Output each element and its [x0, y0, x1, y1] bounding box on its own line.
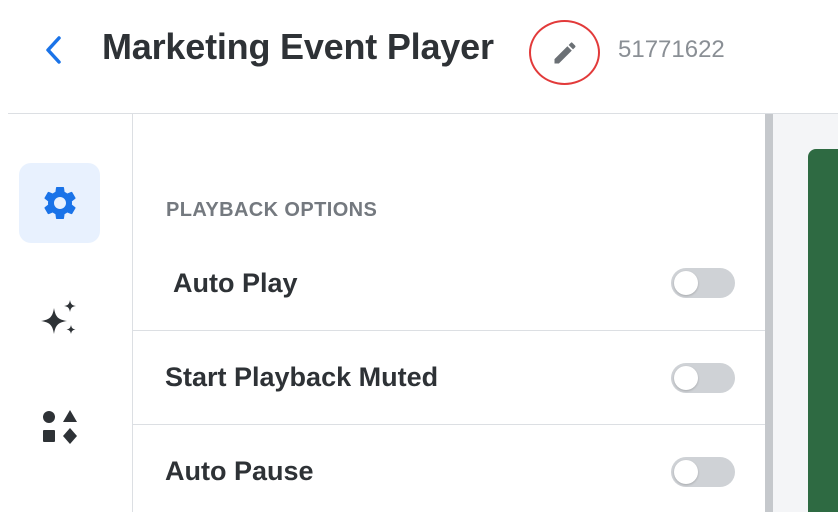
option-label: Auto Play [173, 267, 298, 298]
player-preview [808, 149, 838, 512]
option-row-auto-play: Auto Play [133, 236, 765, 330]
sidebar-rail [0, 114, 133, 512]
option-label: Auto Pause [165, 456, 314, 486]
settings-panel: PLAYBACK OPTIONS Auto Play Start Playbac… [133, 114, 765, 512]
preview-area [773, 114, 838, 512]
player-settings-page: Marketing Event Player 51771622 PLAYBACK… [0, 0, 838, 512]
panel-scrollbar[interactable] [765, 114, 773, 512]
rail-item-effects[interactable] [19, 279, 100, 359]
toggle-knob [674, 365, 698, 390]
section-title-playback: PLAYBACK OPTIONS [166, 199, 378, 221]
pencil-icon [554, 41, 576, 63]
rail-item-settings[interactable] [19, 163, 100, 243]
auto-play-toggle[interactable] [671, 268, 735, 298]
toggle-knob [674, 271, 698, 295]
page-title: Marketing Event Player [102, 26, 494, 67]
start-muted-toggle[interactable] [671, 362, 735, 393]
auto-pause-toggle[interactable] [671, 456, 735, 487]
option-label: Start Playback Muted [165, 362, 439, 392]
edit-title-button[interactable] [529, 20, 600, 85]
player-id: 51771622 [618, 36, 725, 63]
shapes-icon [42, 410, 77, 444]
chevron-left-icon [46, 36, 61, 64]
option-row-auto-pause: Auto Pause [133, 424, 765, 512]
toggle-knob [674, 459, 698, 484]
option-row-start-muted: Start Playback Muted [133, 330, 765, 424]
gear-icon [43, 187, 76, 219]
back-button[interactable] [38, 30, 70, 70]
rail-item-components[interactable] [19, 387, 100, 467]
page-header: Marketing Event Player 51771622 [0, 0, 838, 114]
sparkles-icon [40, 300, 76, 334]
